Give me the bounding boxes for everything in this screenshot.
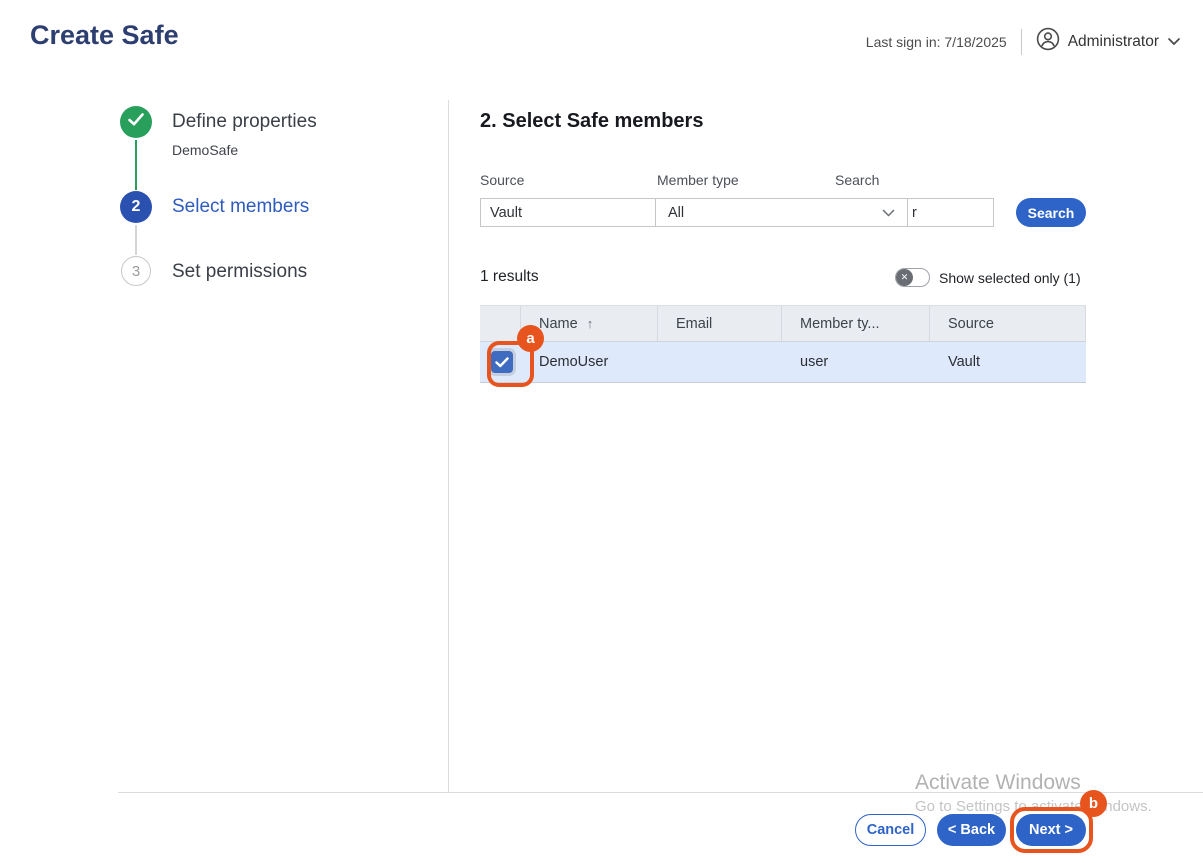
step-1-label[interactable]: Define properties bbox=[172, 111, 317, 133]
row-member-type: user bbox=[782, 354, 930, 370]
step-3-label[interactable]: Set permissions bbox=[172, 261, 307, 283]
source-input[interactable] bbox=[480, 198, 656, 227]
results-count: 1 results bbox=[480, 268, 539, 286]
step-connector-upcoming bbox=[135, 225, 137, 255]
header-checkbox-cell bbox=[480, 306, 521, 341]
show-selected-label: Show selected only (1) bbox=[939, 270, 1081, 286]
row-name: DemoUser bbox=[521, 354, 658, 370]
row-source: Vault bbox=[930, 354, 1086, 370]
sort-asc-icon: ↑ bbox=[587, 316, 594, 331]
table-header-row: Name ↑ Email Member ty... Source bbox=[480, 305, 1086, 342]
step-1-sublabel: DemoSafe bbox=[172, 142, 238, 158]
search-input[interactable] bbox=[907, 198, 994, 227]
check-icon bbox=[128, 113, 144, 131]
header-email[interactable]: Email bbox=[658, 306, 782, 341]
header-member-type[interactable]: Member ty... bbox=[782, 306, 930, 341]
stepper-content-divider bbox=[448, 100, 449, 792]
header-name[interactable]: Name ↑ bbox=[521, 306, 658, 341]
next-button[interactable]: Next > bbox=[1016, 814, 1086, 846]
activate-windows-subtext: Go to Settings to activate Windows. bbox=[915, 798, 1152, 815]
show-selected-toggle[interactable]: ✕ bbox=[895, 268, 930, 287]
chevron-down-icon bbox=[882, 205, 895, 221]
toggle-x-icon: ✕ bbox=[896, 269, 913, 286]
member-type-label: Member type bbox=[657, 172, 739, 188]
search-button[interactable]: Search bbox=[1016, 198, 1086, 227]
step-2-indicator[interactable]: 2 bbox=[120, 191, 152, 223]
user-menu[interactable]: Administrator bbox=[1036, 27, 1181, 56]
step-1-indicator[interactable] bbox=[120, 106, 152, 138]
row-checkbox-cell bbox=[480, 351, 521, 373]
member-type-select[interactable]: All bbox=[655, 198, 908, 227]
step-3-indicator[interactable]: 3 bbox=[121, 256, 151, 286]
chevron-down-icon bbox=[1167, 33, 1181, 51]
step-connector-done bbox=[135, 140, 137, 190]
step-2-label[interactable]: Select members bbox=[172, 196, 309, 218]
header-source[interactable]: Source bbox=[930, 306, 1086, 341]
source-label: Source bbox=[480, 172, 524, 188]
back-button[interactable]: < Back bbox=[937, 814, 1006, 846]
header-user-area: Last sign in: 7/18/2025 Administrator bbox=[866, 27, 1181, 56]
section-heading: 2. Select Safe members bbox=[480, 110, 703, 133]
row-checkbox[interactable] bbox=[491, 351, 513, 373]
members-table: Name ↑ Email Member ty... Source DemoUse… bbox=[480, 305, 1086, 383]
table-row[interactable]: DemoUser user Vault bbox=[480, 342, 1086, 383]
last-sign-in-text: Last sign in: 7/18/2025 bbox=[866, 34, 1007, 50]
header-name-label: Name bbox=[539, 316, 578, 332]
header-separator bbox=[1021, 29, 1022, 55]
activate-windows-watermark: Activate Windows bbox=[915, 771, 1081, 795]
cancel-button[interactable]: Cancel bbox=[855, 814, 926, 846]
member-type-value: All bbox=[668, 205, 684, 221]
user-name: Administrator bbox=[1068, 33, 1159, 51]
search-label: Search bbox=[835, 172, 879, 188]
page-title: Create Safe bbox=[30, 20, 179, 51]
user-avatar-icon bbox=[1036, 27, 1060, 56]
create-safe-page: Create Safe Last sign in: 7/18/2025 Admi… bbox=[0, 0, 1203, 863]
